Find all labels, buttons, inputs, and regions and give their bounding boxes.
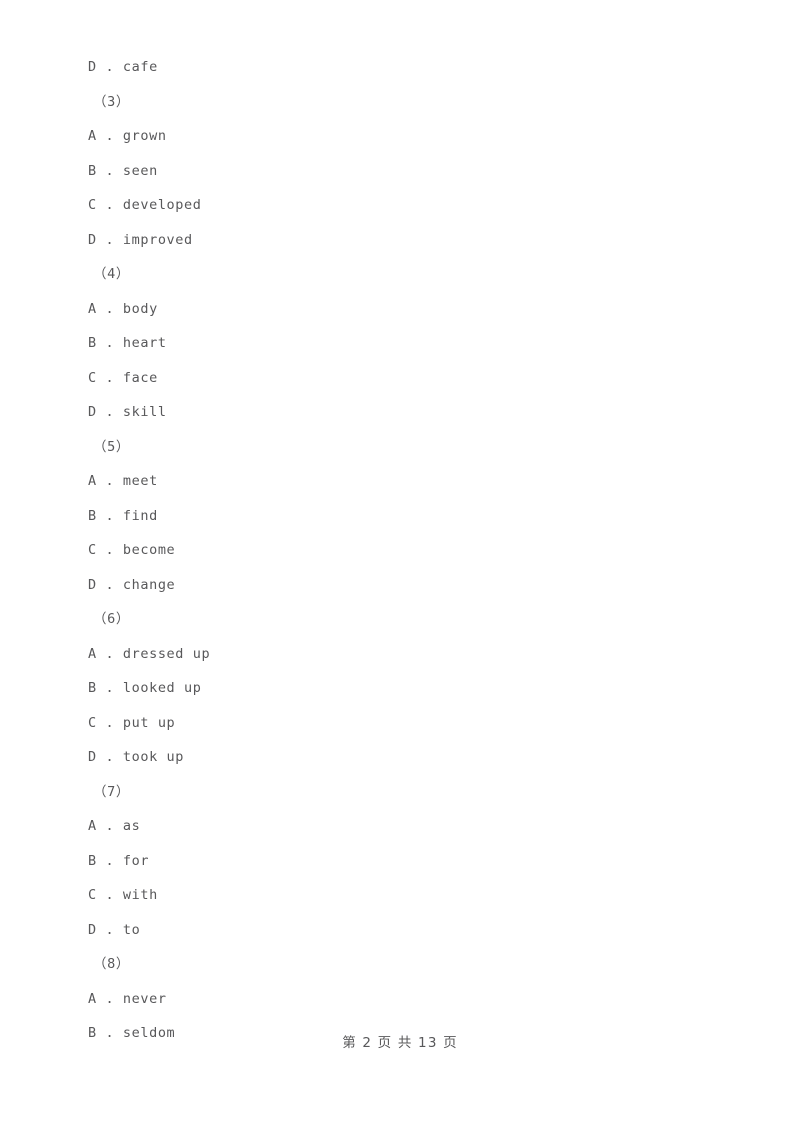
answer-option: D . change [88,576,176,593]
page-footer: 第 2 页 共 13 页 [342,1035,458,1051]
answer-option: B . heart [88,335,167,351]
answer-option: C . become [88,542,176,558]
question-number: （4） [93,266,130,282]
answer-option: D . took up [88,749,185,765]
answer-option: A . as [88,818,141,834]
answer-option: C . developed [88,197,202,213]
question-number: （5） [93,438,130,455]
answer-option: B . for [88,852,150,869]
answer-option: A . meet [88,473,158,489]
answer-option: A . never [88,990,167,1007]
answer-option: B . looked up [88,680,202,696]
answer-option: A . body [88,300,158,317]
answer-option: D . cafe [88,59,158,75]
answer-option: C . with [88,887,158,903]
answer-option: B . seen [88,162,158,179]
document-page: D . cafe （3） A . grown B . seen C . develope… [0,0,800,1132]
answer-option: C . put up [88,714,176,731]
answer-option: D . to [88,921,141,938]
answer-option: A . grown [88,128,167,144]
question-options-list: D . cafe （3） A . grown B . seen C . develope… [0,50,800,1051]
answer-option: A . dressed up [88,645,211,662]
question-number: （7） [93,783,130,800]
answer-option: D . improved [88,231,193,248]
answer-option: B . find [88,507,158,524]
answer-option: C . face [88,369,158,386]
question-number: （3） [93,93,130,110]
question-number: （6） [93,611,130,627]
question-number: （8） [93,956,130,972]
answer-option: D . skill [88,404,167,420]
